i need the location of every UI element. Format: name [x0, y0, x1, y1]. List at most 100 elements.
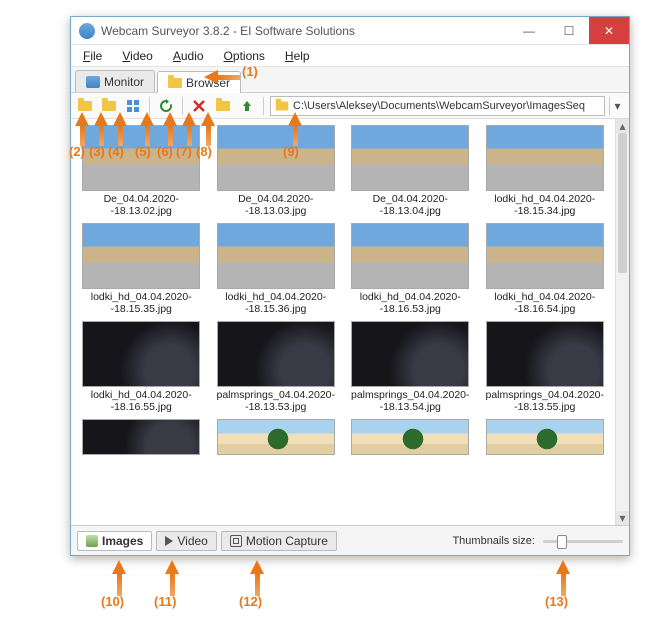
thumbnail-filename: De_04.04.2020--18.13.02.jpg	[79, 193, 204, 219]
thumbnail-filename: lodki_hd_04.04.2020--18.16.54.jpg	[483, 291, 608, 317]
footer-bar: Images Video Motion Capture Thumbnails s…	[71, 525, 629, 555]
thumbnail-card[interactable]: palmsprings_04.04.2020--18.13.53.jpg	[214, 321, 339, 415]
thumbnail-image[interactable]	[82, 223, 200, 289]
annotation-label-12: (12)	[239, 594, 262, 609]
thumbnail-image[interactable]	[217, 419, 335, 455]
thumbnail-image[interactable]	[486, 223, 604, 289]
scroll-handle[interactable]	[618, 133, 627, 273]
annotation-arrow-12	[250, 560, 264, 596]
folder-icon	[168, 78, 182, 88]
thumbnail-gallery: De_04.04.2020--18.13.02.jpg De_04.04.2020…	[71, 119, 629, 525]
vertical-scrollbar[interactable]: ▴ ▾	[615, 119, 629, 525]
thumbnail-image[interactable]	[486, 419, 604, 455]
menu-file[interactable]: File	[77, 49, 108, 63]
scroll-down-button[interactable]: ▾	[616, 511, 629, 525]
tab-monitor[interactable]: Monitor	[75, 70, 155, 92]
open-folder-icon	[78, 101, 92, 111]
thumbnail-card[interactable]: lodki_hd_04.04.2020--18.16.54.jpg	[483, 223, 608, 317]
thumbnail-size-label: Thumbnails size:	[452, 535, 535, 547]
views-button[interactable]	[123, 96, 143, 116]
path-text: C:\Users\Aleksey\Documents\WebcamSurveyo…	[293, 100, 600, 112]
up-button[interactable]	[237, 96, 257, 116]
minimize-button[interactable]: —	[509, 17, 549, 44]
new-folder-button[interactable]	[213, 96, 233, 116]
view-tabs: Monitor Browser	[71, 67, 629, 93]
thumbnail-filename: palmsprings_04.04.2020--18.13.53.jpg	[214, 389, 339, 415]
play-icon	[165, 536, 173, 546]
thumbnail-image[interactable]	[351, 125, 469, 191]
slider-knob[interactable]	[557, 535, 567, 549]
thumbnail-image[interactable]	[82, 419, 200, 455]
menu-video[interactable]: Video	[116, 49, 158, 63]
app-window: Webcam Surveyor 3.8.2 - EI Software Solu…	[70, 16, 630, 556]
thumbnail-filename: lodki_hd_04.04.2020--18.15.34.jpg	[483, 193, 608, 219]
thumbnail-filename: lodki_hd_04.04.2020--18.15.35.jpg	[79, 291, 204, 317]
thumbnail-filename: De_04.04.2020--18.13.04.jpg	[348, 193, 473, 219]
thumbnail-image[interactable]	[351, 223, 469, 289]
thumbnail-card[interactable]	[214, 419, 339, 455]
thumbnail-card[interactable]: palmsprings_04.04.2020--18.13.55.jpg	[483, 321, 608, 415]
thumbnail-card[interactable]: lodki_hd_04.04.2020--18.15.34.jpg	[483, 125, 608, 219]
toolbar-separator	[182, 97, 183, 115]
window-title: Webcam Surveyor 3.8.2 - EI Software Solu…	[101, 24, 509, 38]
thumbnail-image[interactable]	[351, 321, 469, 387]
menu-help[interactable]: Help	[279, 49, 316, 63]
thumbnail-size-slider[interactable]	[543, 534, 623, 548]
path-folder-icon	[276, 101, 289, 110]
footer-tab-motion[interactable]: Motion Capture	[221, 531, 337, 551]
thumbnail-card[interactable]	[348, 419, 473, 455]
thumbnail-image[interactable]	[82, 321, 200, 387]
thumbnail-card[interactable]: De_04.04.2020--18.13.02.jpg	[79, 125, 204, 219]
thumbnail-image[interactable]	[217, 223, 335, 289]
toolbar-separator	[263, 97, 264, 115]
thumbnail-card[interactable]: palmsprings_04.04.2020--18.13.54.jpg	[348, 321, 473, 415]
new-folder-icon	[216, 101, 230, 111]
thumbnail-card[interactable]: lodki_hd_04.04.2020--18.15.36.jpg	[214, 223, 339, 317]
thumbnail-card[interactable]	[79, 419, 204, 455]
toolbar-separator	[149, 97, 150, 115]
thumbnail-image[interactable]	[486, 125, 604, 191]
close-button[interactable]: ✕	[589, 17, 629, 44]
annotation-label-10: (10)	[101, 594, 124, 609]
footer-tab-images[interactable]: Images	[77, 531, 152, 551]
footer-tab-video[interactable]: Video	[156, 531, 216, 551]
menu-options[interactable]: Options	[218, 49, 271, 63]
delete-button[interactable]	[189, 96, 209, 116]
path-dropdown-button[interactable]: ▾	[609, 97, 625, 115]
tab-browser-label: Browser	[186, 76, 230, 90]
thumbnail-card[interactable]: lodki_hd_04.04.2020--18.15.35.jpg	[79, 223, 204, 317]
thumbnail-image[interactable]	[217, 321, 335, 387]
thumbnail-filename: lodki_hd_04.04.2020--18.16.55.jpg	[79, 389, 204, 415]
browser-toolbar: C:\Users\Aleksey\Documents\WebcamSurveyo…	[71, 93, 629, 119]
tab-browser[interactable]: Browser	[157, 71, 241, 93]
path-bar[interactable]: C:\Users\Aleksey\Documents\WebcamSurveyo…	[270, 96, 605, 116]
thumbnail-card[interactable]: De_04.04.2020--18.13.03.jpg	[214, 125, 339, 219]
scroll-up-button[interactable]: ▴	[616, 119, 629, 133]
menubar: File Video Audio Options Help	[71, 45, 629, 67]
thumbnail-image[interactable]	[351, 419, 469, 455]
delete-icon	[192, 99, 206, 113]
thumbnail-card[interactable]: lodki_hd_04.04.2020--18.16.55.jpg	[79, 321, 204, 415]
maximize-button[interactable]: ☐	[549, 17, 589, 44]
thumbnail-filename: lodki_hd_04.04.2020--18.15.36.jpg	[214, 291, 339, 317]
thumbnail-image[interactable]	[486, 321, 604, 387]
views-icon	[126, 99, 140, 113]
thumbnail-card[interactable]	[483, 419, 608, 455]
thumbnail-image[interactable]	[217, 125, 335, 191]
titlebar: Webcam Surveyor 3.8.2 - EI Software Solu…	[71, 17, 629, 45]
annotation-arrow-10	[112, 560, 126, 596]
menu-audio[interactable]: Audio	[167, 49, 210, 63]
thumbnail-image[interactable]	[82, 125, 200, 191]
annotation-label-13: (13)	[545, 594, 568, 609]
motion-capture-icon	[230, 535, 242, 547]
up-folder-icon	[240, 99, 254, 113]
refresh-button[interactable]	[156, 96, 176, 116]
thumbnail-card[interactable]: De_04.04.2020--18.13.04.jpg	[348, 125, 473, 219]
thumbnail-card[interactable]: lodki_hd_04.04.2020--18.16.53.jpg	[348, 223, 473, 317]
annotation-arrow-11	[165, 560, 179, 596]
annotation-label-11: (11)	[154, 594, 176, 609]
open-recent-button[interactable]	[99, 96, 119, 116]
open-recent-folder-icon	[102, 101, 116, 111]
open-folder-button[interactable]	[75, 96, 95, 116]
footer-tab-images-label: Images	[102, 534, 143, 548]
